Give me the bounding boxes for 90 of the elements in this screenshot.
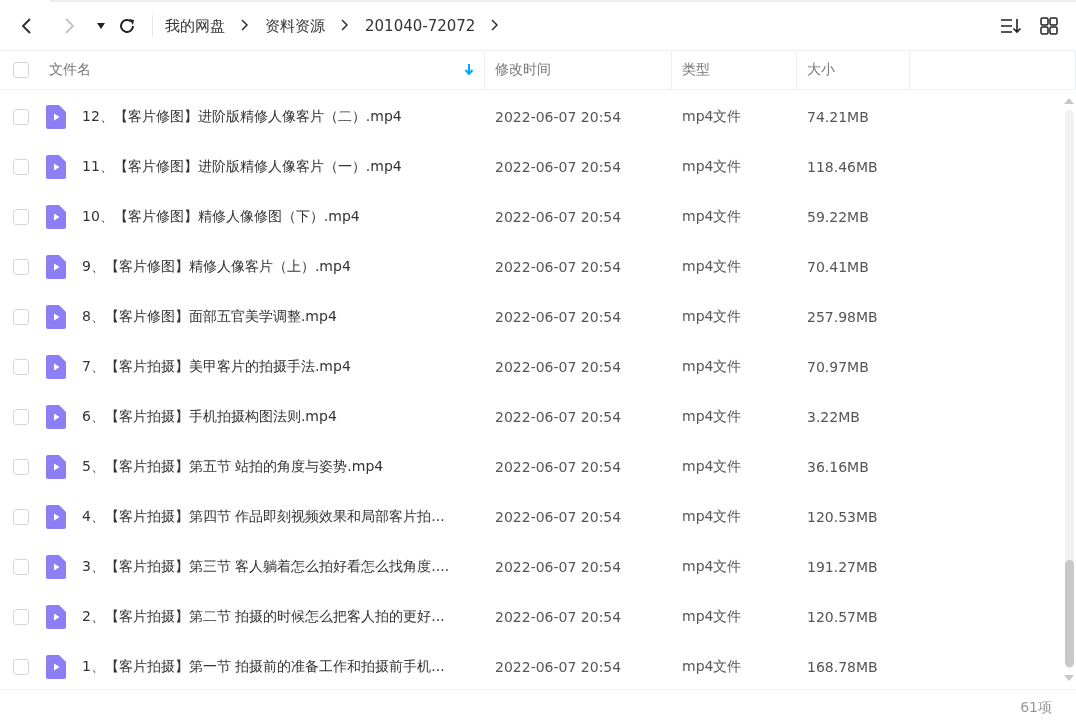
file-name[interactable]: 1、【客片拍摄】第一节 拍摄前的准备工作和拍摄前手机...	[82, 658, 445, 676]
file-size: 191.27MB	[806, 559, 879, 575]
file-type: mp4文件	[681, 408, 743, 426]
sort-icon	[1000, 17, 1022, 35]
breadcrumb-link[interactable]: 201040-72072	[365, 17, 476, 35]
checkbox[interactable]	[13, 359, 29, 375]
file-size: 70.97MB	[806, 359, 870, 375]
modified-time: 2022-06-07 20:54	[494, 559, 623, 575]
scroll-down-icon[interactable]	[1064, 675, 1074, 681]
modified-time: 2022-06-07 20:54	[494, 109, 623, 125]
modified-time: 2022-06-07 20:54	[494, 309, 623, 325]
file-type: mp4文件	[681, 308, 743, 326]
file-name[interactable]: 10、【客片修图】精修人像修图（下）.mp4	[82, 208, 360, 226]
caret-icon	[96, 22, 106, 30]
file-size: 168.78MB	[806, 659, 879, 675]
breadcrumb-link[interactable]: 我的网盘	[165, 16, 225, 36]
video-file-icon	[46, 155, 66, 179]
modified-time: 2022-06-07 20:54	[494, 259, 623, 275]
file-name[interactable]: 5、【客片拍摄】第五节 站拍的角度与姿势.mp4	[82, 458, 384, 476]
file-name[interactable]: 6、【客片拍摄】手机拍摄构图法则.mp4	[82, 408, 337, 426]
video-file-icon	[46, 105, 66, 129]
file-size: 120.53MB	[806, 509, 879, 525]
file-name[interactable]: 7、【客片拍摄】美甲客片的拍摄手法.mp4	[82, 358, 351, 376]
item-count: 61项	[1020, 699, 1052, 717]
file-name[interactable]: 4、【客片拍摄】第四节 作品即刻视频效果和局部客片拍...	[82, 508, 445, 526]
file-type: mp4文件	[681, 508, 743, 526]
grid-icon	[1040, 17, 1058, 35]
checkbox[interactable]	[13, 109, 29, 125]
file-type: mp4文件	[681, 208, 743, 226]
file-type: mp4文件	[681, 358, 743, 376]
file-type: mp4文件	[681, 258, 743, 276]
video-file-icon	[46, 205, 66, 229]
modified-time: 2022-06-07 20:54	[494, 509, 623, 525]
breadcrumb-link[interactable]: 资料资源	[265, 16, 325, 36]
checkbox[interactable]	[13, 159, 29, 175]
file-name[interactable]: 12、【客片修图】进阶版精修人像客片（二）.mp4	[82, 108, 402, 126]
file-size: 118.46MB	[806, 159, 879, 175]
modified-time: 2022-06-07 20:54	[494, 609, 623, 625]
checkbox[interactable]	[13, 559, 29, 575]
checkbox[interactable]	[13, 62, 29, 78]
modified-time: 2022-06-07 20:54	[494, 159, 623, 175]
file-type: mp4文件	[681, 608, 743, 626]
checkbox[interactable]	[13, 309, 29, 325]
video-file-icon	[46, 455, 66, 479]
video-file-icon	[46, 255, 66, 279]
file-size: 59.22MB	[806, 209, 870, 225]
modified-time: 2022-06-07 20:54	[494, 359, 623, 375]
file-size: 3.22MB	[806, 409, 861, 425]
modified-time: 2022-06-07 20:54	[494, 209, 623, 225]
file-name[interactable]: 11、【客片修图】进阶版精修人像客片（一）.mp4	[82, 158, 402, 176]
file-name[interactable]: 8、【客片修图】面部五官美学调整.mp4	[82, 308, 337, 326]
video-file-icon	[46, 355, 66, 379]
file-type: mp4文件	[681, 108, 743, 126]
checkbox[interactable]	[13, 459, 29, 475]
video-file-icon	[46, 505, 66, 529]
video-file-icon	[46, 305, 66, 329]
file-size: 36.16MB	[806, 459, 870, 475]
column-header[interactable]: 修改时间	[495, 61, 661, 79]
column-header[interactable]: 大小	[807, 61, 899, 79]
checkbox[interactable]	[13, 609, 29, 625]
modified-time: 2022-06-07 20:54	[494, 409, 623, 425]
video-file-icon	[46, 605, 66, 629]
file-name[interactable]: 9、【客片修图】精修人像客片（上）.mp4	[82, 258, 351, 276]
scroll-up-icon[interactable]	[1064, 98, 1074, 104]
checkbox[interactable]	[13, 409, 29, 425]
scrollbar-thumb[interactable]	[1065, 560, 1074, 667]
checkbox[interactable]	[13, 659, 29, 675]
file-type: mp4文件	[681, 658, 743, 676]
file-type: mp4文件	[681, 158, 743, 176]
file-name[interactable]: 3、【客片拍摄】第三节 客人躺着怎么拍好看怎么找角度....	[82, 558, 450, 576]
checkbox[interactable]	[13, 259, 29, 275]
video-file-icon	[46, 655, 66, 679]
modified-time: 2022-06-07 20:54	[494, 659, 623, 675]
checkbox[interactable]	[13, 209, 29, 225]
refresh-icon	[118, 17, 136, 35]
file-size: 74.21MB	[806, 109, 870, 125]
video-file-icon	[46, 405, 66, 429]
file-size: 70.41MB	[806, 259, 870, 275]
file-type: mp4文件	[681, 558, 743, 576]
column-header[interactable]: 文件名	[49, 61, 464, 79]
file-size: 257.98MB	[806, 309, 879, 325]
column-header[interactable]: 类型	[682, 61, 786, 79]
file-type: mp4文件	[681, 458, 743, 476]
chevron-left-icon	[20, 17, 34, 35]
file-size: 120.57MB	[806, 609, 879, 625]
video-file-icon	[46, 555, 66, 579]
checkbox[interactable]	[13, 509, 29, 525]
file-name[interactable]: 2、【客片拍摄】第二节 拍摄的时候怎么把客人拍的更好...	[82, 608, 445, 626]
chevron-right-icon	[62, 17, 76, 35]
modified-time: 2022-06-07 20:54	[494, 459, 623, 475]
